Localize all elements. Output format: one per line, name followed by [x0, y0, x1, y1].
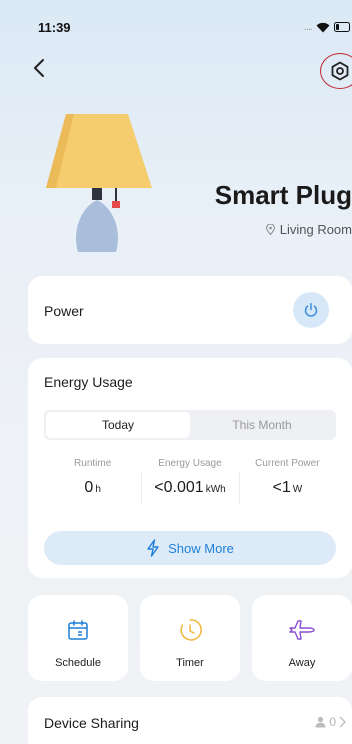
sharing-count[interactable]: 0	[315, 715, 346, 729]
schedule-label: Schedule	[55, 657, 101, 669]
power-toggle-button[interactable]	[293, 292, 329, 328]
metric-label: Energy Usage	[158, 458, 222, 469]
hexagon-settings-icon	[331, 61, 349, 81]
metric-value: <0.001	[154, 479, 204, 496]
metric-label: Runtime	[74, 458, 112, 469]
power-icon	[304, 303, 318, 317]
lamp-illustration	[42, 112, 156, 254]
airplane-icon	[289, 620, 315, 640]
metric-label: Current Power	[255, 458, 320, 469]
metric-energy-usage: Energy Usage <0.001 kWh	[141, 458, 238, 504]
device-sharing-label: Device Sharing	[44, 715, 139, 731]
device-location: Living Room	[265, 222, 352, 237]
calendar-icon	[68, 620, 88, 640]
device-name: Smart Plug	[214, 180, 352, 210]
metric-current-power: Current Power <1 W	[238, 458, 336, 504]
location-pin-icon	[265, 224, 275, 235]
energy-metrics: Runtime 0h Energy Usage <0.001 kWh Curren…	[44, 458, 336, 504]
metric-value: 0	[84, 479, 94, 496]
person-icon	[315, 716, 326, 728]
status-bar: 11:39 ....	[0, 0, 352, 40]
away-tile[interactable]: Away	[252, 595, 352, 681]
status-time: 11:39	[38, 20, 71, 35]
energy-usage-title: Energy Usage	[44, 374, 133, 390]
sharing-count-value: 0	[329, 715, 336, 729]
clock-icon	[180, 619, 202, 641]
away-label: Away	[288, 657, 316, 669]
battery-icon	[334, 22, 350, 32]
status-icons: ....	[304, 20, 352, 34]
chevron-left-icon	[34, 59, 44, 77]
wifi-icon	[316, 22, 330, 32]
lightning-icon	[147, 539, 159, 557]
metric-unit: kWh	[205, 484, 226, 495]
energy-usage-card: Energy Usage Today This Month Runtime 0h…	[28, 358, 352, 578]
metric-unit: h	[95, 484, 101, 495]
signal-dots: ....	[303, 21, 313, 33]
energy-period-tabs: Today This Month	[44, 410, 336, 440]
schedule-tile[interactable]: Schedule	[28, 595, 128, 681]
power-label: Power	[44, 303, 84, 319]
settings-button[interactable]	[320, 53, 352, 89]
chevron-right-icon	[339, 716, 346, 728]
location-label: Living Room	[279, 222, 352, 237]
power-card: Power	[28, 276, 352, 344]
timer-label: Timer	[176, 657, 204, 669]
metric-unit: W	[292, 484, 303, 495]
tab-this-month[interactable]: This Month	[190, 412, 334, 438]
timer-tile[interactable]: Timer	[140, 595, 240, 681]
show-more-button[interactable]: Show More	[44, 531, 336, 565]
show-more-label: Show More	[168, 540, 234, 556]
back-button[interactable]	[30, 56, 50, 80]
tab-today[interactable]: Today	[46, 412, 190, 438]
metric-value: <1	[272, 479, 291, 496]
device-sharing-card[interactable]: Device Sharing 0	[28, 697, 352, 744]
metric-runtime: Runtime 0h	[44, 458, 141, 497]
